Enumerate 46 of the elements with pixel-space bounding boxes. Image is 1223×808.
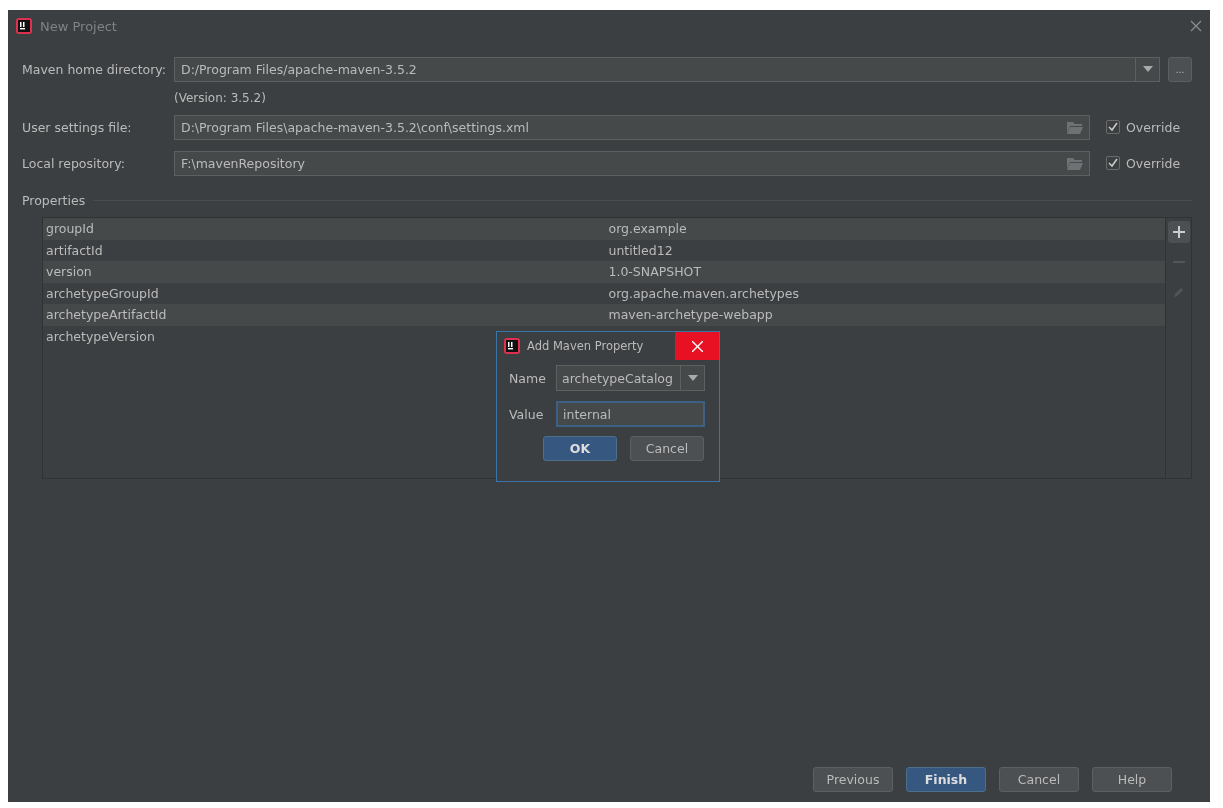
checkmark-icon bbox=[1108, 122, 1118, 132]
folder-icon[interactable] bbox=[1067, 156, 1083, 170]
directory-combo[interactable]: D:/Program Files/apache-maven-3.5.2 bbox=[174, 56, 1160, 82]
override-checkbox[interactable]: Override bbox=[1106, 155, 1192, 171]
property-name: archetypeGroupId bbox=[45, 285, 160, 301]
checkmark-icon bbox=[1108, 158, 1118, 168]
field-label: Maven home directory: bbox=[22, 61, 168, 77]
app-logo-icon bbox=[16, 18, 32, 34]
dialog-button[interactable]: OK bbox=[543, 436, 617, 461]
field-label: Local repository: bbox=[22, 155, 126, 171]
field-label: User settings file: bbox=[22, 119, 133, 135]
close-icon[interactable] bbox=[1190, 20, 1202, 32]
close-button[interactable] bbox=[675, 332, 719, 360]
dropdown-arrow-icon bbox=[687, 375, 698, 381]
property-value: org.apache.maven.archetypes bbox=[607, 285, 800, 301]
path-field[interactable]: F:\mavenRepository bbox=[174, 150, 1090, 176]
add-icon[interactable] bbox=[1167, 221, 1190, 243]
property-name: version bbox=[45, 264, 93, 280]
name-combo[interactable]: archetypeCatalog bbox=[556, 365, 705, 391]
dialog-button[interactable]: Cancel bbox=[999, 767, 1079, 792]
section-title: Properties bbox=[22, 192, 86, 208]
app-logo-icon bbox=[504, 338, 520, 354]
property-value: org.example bbox=[607, 221, 688, 237]
folder-icon[interactable] bbox=[1067, 120, 1083, 134]
property-name: archetypeArtifactId bbox=[45, 307, 168, 323]
dialog-button[interactable]: Finish bbox=[906, 767, 986, 792]
dialog-button[interactable]: Previous bbox=[813, 767, 893, 792]
window-title: New Project bbox=[40, 18, 118, 34]
property-name: archetypeVersion bbox=[45, 328, 156, 344]
value-label: Value bbox=[509, 406, 545, 422]
path-field[interactable]: D:\Program Files\apache-maven-3.5.2\conf\settings.xml bbox=[174, 114, 1090, 140]
dialog-button[interactable]: Help bbox=[1092, 767, 1172, 792]
value-field[interactable]: internal bbox=[556, 401, 705, 427]
property-value: maven-archetype-webapp bbox=[607, 307, 774, 323]
property-value: 1.0-SNAPSHOT bbox=[607, 264, 703, 280]
browse-button[interactable]: ... bbox=[1168, 56, 1192, 82]
property-name: artifactId bbox=[45, 242, 104, 258]
override-checkbox[interactable]: Override bbox=[1106, 119, 1192, 135]
property-value: untitled12 bbox=[607, 242, 674, 258]
version-note: (Version: 3.5.2) bbox=[174, 90, 267, 107]
dialog-button[interactable]: Cancel bbox=[630, 436, 704, 461]
close-icon bbox=[691, 340, 703, 352]
property-name: groupId bbox=[45, 221, 95, 237]
dropdown-arrow-icon[interactable] bbox=[1142, 66, 1153, 72]
dialog-title: Add Maven Property bbox=[527, 339, 645, 353]
name-label: Name bbox=[509, 370, 547, 386]
